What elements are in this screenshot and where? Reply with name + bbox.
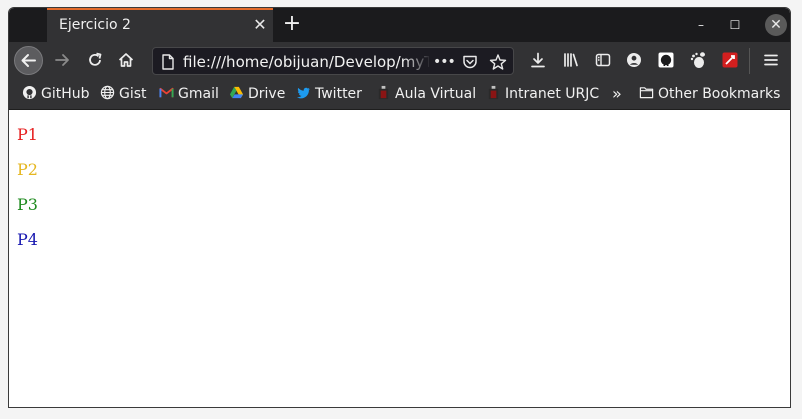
maximize-icon[interactable]: ☐ — [724, 14, 746, 36]
bookmark-label: Aula Virtual — [395, 86, 477, 102]
globe-icon — [100, 85, 115, 100]
url-fade — [403, 50, 431, 72]
page-icon[interactable] — [159, 53, 177, 71]
bookmark-drive[interactable]: Drive — [229, 85, 285, 103]
window-controls: – ☐ ✕ — [680, 14, 790, 36]
tab-accent — [47, 8, 273, 10]
gnome-icon[interactable] — [689, 51, 707, 69]
library-icon[interactable] — [562, 51, 580, 69]
page-content: P1 P2 P3 P4 — [9, 110, 790, 407]
star-icon[interactable] — [489, 53, 507, 71]
navigation-toolbar: file:///home/obijuan/Develop/myTeachi ••… — [9, 42, 790, 79]
bookmark-intranet-urjc[interactable]: Intranet URJC — [486, 85, 599, 103]
bookmark-gist[interactable]: Gist — [100, 85, 147, 103]
url-text[interactable]: file:///home/obijuan/Develop/myTeachi — [183, 53, 429, 71]
bookmark-label: GitHub — [41, 86, 90, 102]
bookmarks-toolbar: GitHub Gist Gmail Drive Twitter Aula Vir… — [9, 79, 790, 110]
paragraph-p2: P2 — [17, 160, 38, 179]
chevron-double-right-icon[interactable]: » — [612, 85, 622, 103]
bookmark-label: Gmail — [178, 86, 219, 102]
bookmark-aula-virtual[interactable]: Aula Virtual — [376, 85, 476, 103]
toolbar-separator — [749, 48, 750, 74]
bookmark-label: Twitter — [315, 86, 362, 102]
account-icon[interactable] — [625, 51, 643, 69]
arrow-left-icon — [21, 54, 36, 67]
home-icon[interactable] — [117, 51, 135, 69]
menu-icon[interactable] — [762, 51, 780, 69]
bookmark-gmail[interactable]: Gmail — [159, 85, 219, 103]
close-icon[interactable]: ✕ — [251, 16, 269, 34]
bookmark-label: Drive — [248, 86, 286, 102]
page-actions-icon[interactable]: ••• — [433, 53, 456, 71]
back-button[interactable] — [14, 46, 43, 75]
tab-bar: Ejercicio 2 ✕ + – ☐ ✕ — [9, 8, 790, 42]
reload-icon[interactable] — [86, 51, 104, 69]
bookmark-label: Gist — [119, 86, 147, 102]
extension-icon[interactable] — [721, 51, 739, 69]
twitter-icon — [296, 87, 311, 99]
paragraph-p4: P4 — [17, 230, 38, 249]
browser-window: Ejercicio 2 ✕ + – ☐ ✕ file:///home/obiju… — [8, 7, 791, 408]
tab-title: Ejercicio 2 — [59, 17, 131, 33]
window-close-icon[interactable]: ✕ — [765, 14, 787, 36]
sidebar-icon[interactable] — [594, 51, 612, 69]
github-icon — [22, 85, 37, 100]
github-icon[interactable] — [657, 51, 675, 69]
plus-icon[interactable]: + — [281, 13, 303, 35]
drive-icon — [229, 86, 244, 99]
bookmark-github[interactable]: GitHub — [22, 85, 90, 103]
urjc-icon — [488, 85, 499, 100]
tab-ejercicio-2[interactable]: Ejercicio 2 ✕ — [47, 8, 273, 42]
bookmark-label: Other Bookmarks — [658, 86, 781, 102]
url-bar[interactable]: file:///home/obijuan/Develop/myTeachi ••… — [152, 47, 514, 75]
minimize-icon[interactable]: – — [690, 14, 712, 36]
gmail-icon — [159, 87, 174, 98]
urjc-icon — [378, 85, 389, 100]
paragraph-p1: P1 — [17, 125, 38, 144]
bookmark-other-bookmarks[interactable]: Other Bookmarks — [639, 85, 780, 103]
bookmark-label: Intranet URJC — [505, 86, 600, 102]
paragraph-p3: P3 — [17, 195, 38, 214]
folder-icon — [639, 87, 654, 99]
pocket-icon[interactable] — [461, 53, 479, 71]
bookmark-twitter[interactable]: Twitter — [296, 85, 362, 103]
download-icon[interactable] — [529, 51, 547, 69]
arrow-right-icon[interactable] — [53, 51, 71, 69]
